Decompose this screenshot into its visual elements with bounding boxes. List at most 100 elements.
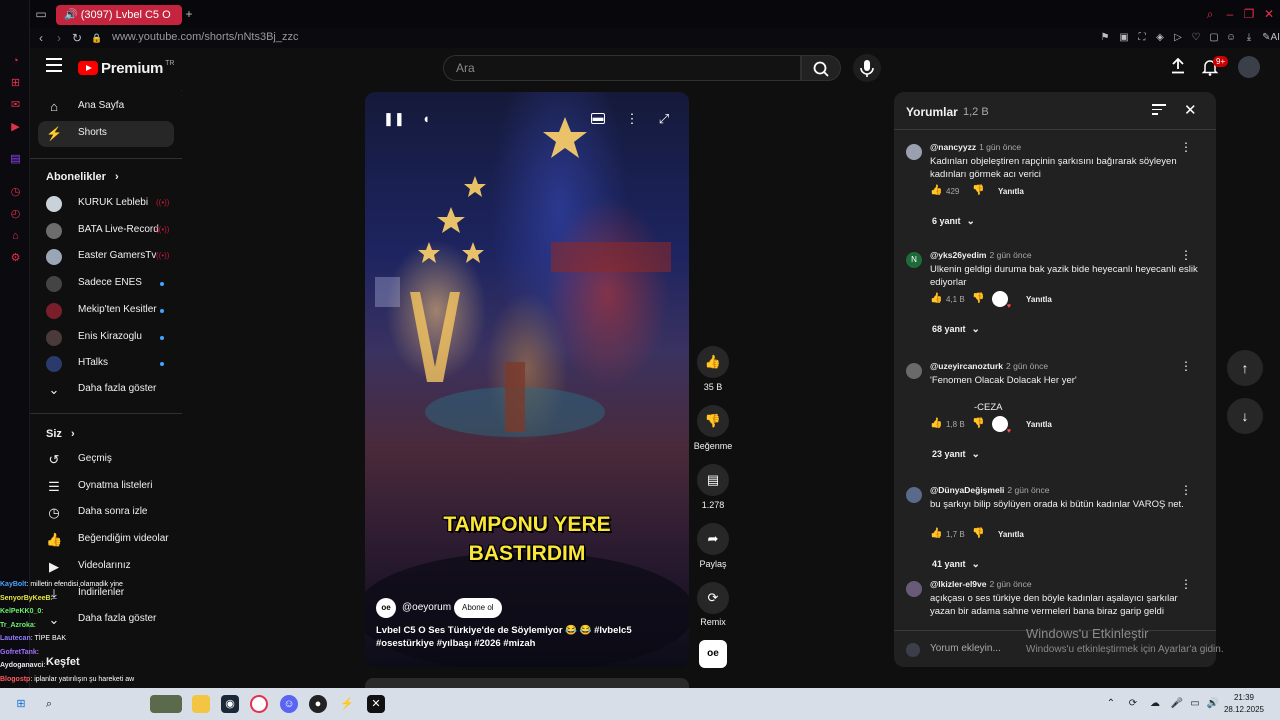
close-window-button[interactable]: ✕ [1262,7,1276,21]
dislike-icon[interactable]: 👎 [972,528,984,539]
app-icon[interactable]: ● [309,695,327,713]
opera-icon[interactable] [250,695,268,713]
reply-button[interactable]: Yanıtla [1026,420,1052,429]
like-button[interactable]: 👍 [697,346,729,378]
more-options-icon[interactable]: ⋮ [1180,248,1192,262]
voice-search-button[interactable] [853,54,881,82]
view-replies-button[interactable]: 6 yanıt ⌄ [932,216,975,227]
reload-button[interactable]: ↻ [70,31,84,45]
steam-icon[interactable]: ◉ [221,695,239,713]
comment-author[interactable]: @DünyaDeğişmeli [930,485,1004,495]
heart-icon[interactable]: ♡ [1189,31,1203,45]
share-button[interactable]: ➦ [697,523,729,555]
you-header[interactable]: Siz › [46,428,75,440]
tray-network-icon[interactable]: ▭ [1188,697,1202,711]
commenter-avatar[interactable] [906,581,922,597]
tray-volume-icon[interactable]: 🔊 [1206,697,1220,711]
sidebar-item-subscription[interactable]: Mekip'ten Kesitler [38,298,174,324]
view-replies-button[interactable]: 41 yanıt ⌄ [932,559,980,570]
like-icon[interactable]: 👍 [930,185,942,196]
settings-icon[interactable]: ⚙ [9,252,22,265]
download-icon[interactable]: ⤓ [1242,31,1256,45]
view-replies-button[interactable]: 23 yanıt ⌄ [932,449,980,460]
tray-app-icon[interactable]: ☁ [1148,697,1162,711]
aria-ai-icon[interactable]: ✎AI [1260,31,1280,45]
url-field[interactable]: www.youtube.com/shorts/nNts3Bj_zzc [112,31,298,43]
commenter-avatar[interactable] [906,363,922,379]
remix-button[interactable]: ⟳ [697,582,729,614]
more-options-icon[interactable]: ⋮ [623,110,641,128]
sound-thumbnail[interactable]: oe [699,640,727,668]
comment-author[interactable]: @uzeyircanozturk [930,361,1003,371]
minimize-button[interactable]: – [1223,7,1237,21]
search-input[interactable]: Ara [443,55,801,81]
chevron-up-icon[interactable]: ▲ [180,88,182,93]
taskbar-search-icon[interactable]: ⌕ [40,695,58,713]
forward-button[interactable]: › [52,31,66,45]
pinboard-icon[interactable]: ⌂ [9,230,22,243]
sidebar-item-subscription[interactable]: Enis Kirazoglu [38,325,174,351]
tray-mic-icon[interactable]: 🎤 [1170,697,1184,711]
sort-icon[interactable] [1152,104,1166,118]
subscriptions-header[interactable]: Abonelikler › [46,171,119,183]
commenter-avatar[interactable] [906,487,922,503]
reply-button[interactable]: Yanıtla [998,530,1024,539]
messenger-icon[interactable]: ✉ [9,99,22,112]
windows-start-icon[interactable]: ⊞ [12,695,30,713]
like-icon[interactable]: 👍 [930,418,942,429]
tab-menu-icon[interactable]: ▭ [34,7,48,21]
comment-author[interactable]: @lkizler-el9ve [930,579,987,589]
previous-short-button[interactable]: ↑ [1227,350,1263,386]
sidebar-item-like[interactable]: 👍 Beğendiğim videolar [38,527,174,553]
channel-avatar[interactable]: oe [376,598,396,618]
screenshot-icon[interactable]: ⛶ [1135,31,1149,45]
dislike-button[interactable]: 👎 [697,405,729,437]
commenter-avatar[interactable] [906,144,922,160]
sidebar-item-subscription[interactable]: BATA Live-Record ((•)) [38,218,174,244]
tray-chevron-icon[interactable]: ⌃ [1104,697,1118,711]
channel-name[interactable]: @oeyorum [402,602,451,613]
captions-button[interactable]: ▬ [591,113,605,124]
sidebar-item-subscription[interactable]: HTalks [38,351,174,377]
comment-author[interactable]: @yks26yedim [930,250,987,260]
reply-button[interactable]: Yanıtla [998,187,1024,196]
active-tab[interactable]: 🔊 (3097) Lvbel C5 O Ses [56,5,182,41]
reply-button[interactable]: Yanıtla [1026,295,1052,304]
extension-icon[interactable]: ⚑ [1098,31,1112,45]
short-video-player[interactable]: ❚❚ ◖ ▬ ⋮ ⤢ TAMPONU YERE BASTIRDIM oe @oe… [365,92,689,667]
guide-item-home[interactable]: ⌂ Ana Sayfa [38,94,174,120]
profile-icon[interactable]: ☺ [1224,31,1238,45]
subscribe-button[interactable]: Abone ol [454,598,502,618]
sidebar-item-subscription[interactable]: Easter GamersTv ((•)) [38,244,174,270]
vpn-icon[interactable]: ◈ [1153,31,1167,45]
sidebar-item-clock[interactable]: ◷ Daha sonra izle [38,500,174,526]
sidebar-item-subscription[interactable]: Sadece ENES [38,271,174,297]
comments-button[interactable]: ▤ [697,464,729,496]
sidebar-item-video[interactable]: ▶ Videolarınız [38,554,174,580]
comment-author[interactable]: @nancyyzz [930,142,976,152]
create-button[interactable] [1170,57,1186,74]
timer-icon[interactable]: ◴ [9,208,22,221]
comments-scrollbar[interactable] [1210,134,1213,624]
guide-item-shorts[interactable]: ⚡ Shorts [38,121,174,147]
discord-icon[interactable]: ☺ [280,695,298,713]
like-icon[interactable]: 👍 [930,293,942,304]
taskbar-clock[interactable]: 21:39 28.12.2025 [1222,692,1266,716]
search-tabs-icon[interactable]: ⌕ [1203,7,1217,21]
player-icon[interactable]: ▶ [9,121,22,134]
fullscreen-button[interactable]: ⤢ [655,110,673,128]
sidebar-item-subscription[interactable]: KURUK Leblebi ((•)) [38,191,174,217]
dislike-icon[interactable]: 👎 [972,185,984,196]
more-options-icon[interactable]: ⋮ [1180,577,1192,591]
sidebar-item-playlist[interactable]: ☰ Oynatma listeleri [38,474,174,500]
account-avatar[interactable] [1238,56,1260,78]
new-tab-button[interactable]: + [182,7,196,21]
more-options-icon[interactable]: ⋮ [1180,483,1192,497]
history-icon[interactable]: ◔ [9,55,22,68]
youtube-premium-logo[interactable]: Premium TR [78,59,174,77]
play-icon[interactable]: ▷ [1171,31,1185,45]
back-button[interactable]: ‹ [34,31,48,45]
close-icon[interactable]: ✕ [1184,101,1197,119]
search-button[interactable] [801,55,841,81]
wallet-icon[interactable]: ▢ [1207,31,1221,45]
